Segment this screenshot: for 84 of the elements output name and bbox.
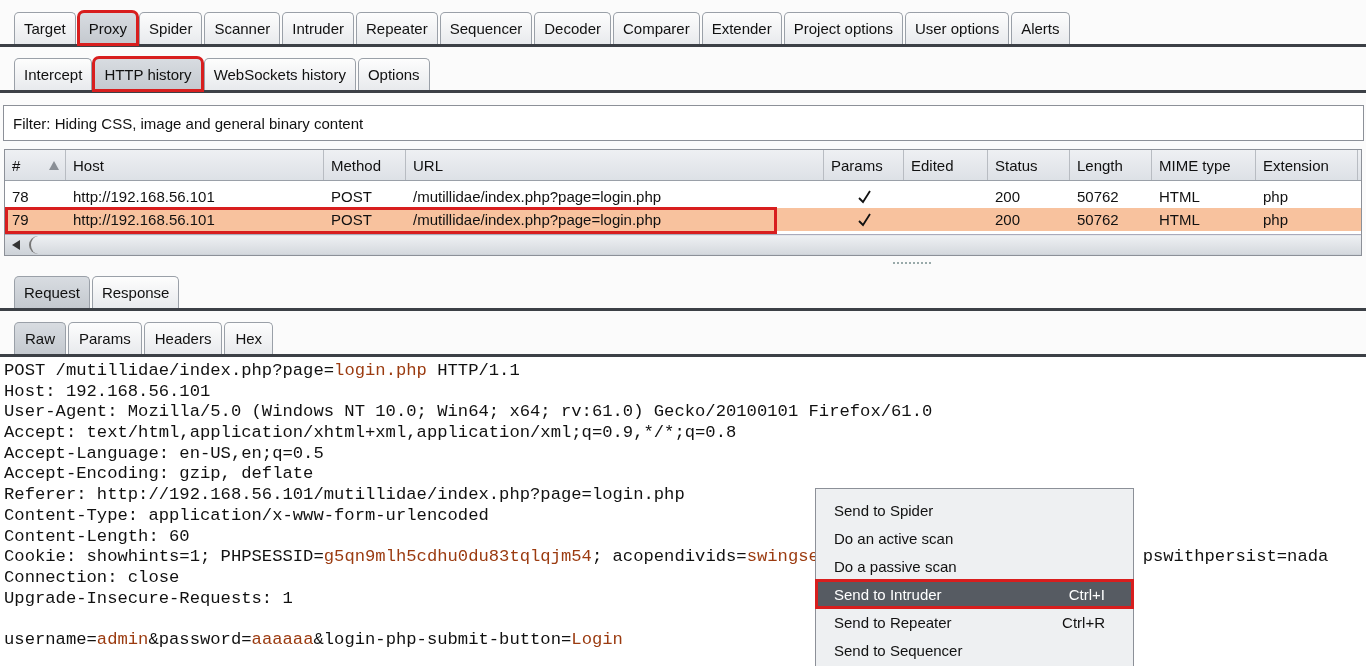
main-tab[interactable]: Project options	[783, 12, 903, 44]
table-row[interactable]: 78 http://192.168.56.101 POST /mutillidae/index.php?page=login.php 200 50762 HTML php	[5, 185, 1361, 208]
main-tab[interactable]: Alerts	[1011, 12, 1070, 44]
column-header[interactable]: Edited	[904, 150, 988, 180]
table-cell: HTML	[1159, 211, 1200, 228]
request-line: POST /mutillidae/index.php?page=login.php HTTP/1.1	[4, 361, 520, 380]
view-tab[interactable]: Hex	[224, 322, 274, 354]
menu-item[interactable]: Send to Sequencer	[816, 636, 1133, 664]
menu-item-label: Send to Spider	[834, 501, 934, 519]
table-cell: 200	[995, 211, 1021, 228]
table-cell: 50762	[1077, 188, 1119, 205]
main-tab[interactable]: Extender	[701, 12, 782, 44]
menu-item-label: Send to Sequencer	[834, 641, 963, 659]
request-line: Accept-Encoding: gzip, deflate	[4, 464, 314, 484]
column-header[interactable]: Method	[324, 150, 406, 180]
sub-tab[interactable]: Intercept	[14, 58, 93, 90]
request-line: Content-Length: 60	[4, 526, 190, 546]
table-cell: POST	[331, 188, 372, 205]
column-header[interactable]: Extension	[1256, 150, 1358, 180]
view-tab[interactable]: Headers	[143, 322, 223, 354]
menu-item-label: Do a passive scan	[834, 557, 957, 575]
column-header[interactable]: URL	[406, 150, 824, 180]
main-tab[interactable]: Spider	[139, 12, 203, 44]
table-cell: http://192.168.56.101	[73, 188, 215, 205]
request-line: pswithpersist=nada	[1142, 547, 1329, 568]
table-cell: http://192.168.56.101	[73, 211, 215, 228]
main-tab[interactable]: Comparer	[612, 12, 700, 44]
table-cell: HTML	[1159, 188, 1200, 205]
main-tab[interactable]: Sequencer	[439, 12, 533, 44]
request-line: Content-Type: application/x-www-form-urlencoded	[4, 505, 489, 525]
shortcut-label: Ctrl+R	[1062, 613, 1105, 631]
message-tab[interactable]: Response	[91, 276, 180, 308]
request-line: Cookie: showhints=1; PHPSESSID=g5qn9mlh5cdhu0du83tqlqjm54; acopendivids=swingse	[4, 547, 819, 567]
column-header[interactable]: #	[5, 150, 66, 180]
main-tab[interactable]: Target	[14, 12, 76, 44]
column-header[interactable]: Host	[66, 150, 324, 180]
sub-tab[interactable]: Options	[357, 58, 430, 90]
horizontal-scrollbar[interactable]	[5, 234, 1361, 255]
request-line: Accept-Language: en-US,en;q=0.5	[4, 443, 324, 463]
view-tab[interactable]: Raw	[14, 322, 66, 354]
menu-item[interactable]: Send to Intruder Ctrl+I	[816, 580, 1133, 608]
menu-item[interactable]: Do an active scan	[816, 524, 1133, 552]
table-cell: php	[1263, 188, 1289, 205]
main-tab[interactable]: User options	[904, 12, 1010, 44]
table-row[interactable]: 79 http://192.168.56.101 POST /mutillidae/index.php?page=login.php 200 50762 HTML php	[5, 208, 1361, 231]
request-body: username=admin&password=aaaaaa&login-php-submit-button=Login	[4, 629, 623, 649]
sort-ascending-icon	[49, 161, 59, 170]
filter-bar[interactable]: Filter: Hiding CSS, image and general binary content	[3, 105, 1364, 141]
column-header[interactable]: Params	[824, 150, 904, 180]
table-cell: /mutillidae/index.php?page=login.php	[413, 188, 662, 205]
main-tab[interactable]: Repeater	[356, 12, 438, 44]
main-tab[interactable]: Scanner	[204, 12, 281, 44]
scroll-left-icon[interactable]	[11, 240, 21, 250]
menu-item[interactable]: Send to Repeater Ctrl+R	[816, 608, 1133, 636]
table-cell: 200	[995, 188, 1021, 205]
request-line: User-Agent: Mozilla/5.0 (Windows NT 10.0; Win64; x64; rv:61.0) Gecko/20100101 Firefox/61.0	[4, 402, 933, 422]
table-cell: 79	[12, 211, 29, 228]
menu-item-label: Send to Intruder	[834, 585, 942, 603]
menu-item-label: Do an active scan	[834, 529, 954, 547]
view-tab[interactable]: Params	[68, 322, 142, 354]
sub-tab[interactable]: HTTP history	[94, 58, 202, 90]
sub-tab[interactable]: WebSockets history	[203, 58, 356, 90]
main-tab[interactable]: Decoder	[534, 12, 611, 44]
table-cell: 50762	[1077, 211, 1119, 228]
table-cell: php	[1263, 211, 1289, 228]
request-line: Upgrade-Insecure-Requests: 1	[4, 588, 293, 608]
shortcut-label: Ctrl+I	[1068, 585, 1105, 603]
request-line: Host: 192.168.56.101	[4, 381, 211, 401]
table-cell: POST	[331, 211, 372, 228]
menu-item[interactable]: Send to Spider	[816, 496, 1133, 524]
table-cell: /mutillidae/index.php?page=login.php	[413, 211, 662, 228]
main-tab[interactable]: Proxy	[78, 12, 138, 44]
main-tab[interactable]: Intruder	[282, 12, 354, 44]
table-cell: 78	[12, 188, 29, 205]
splitter-grip-icon[interactable]	[893, 261, 933, 265]
request-line: Accept: text/html,application/xhtml+xml,application/xml;q=0.9,*/*;q=0.8	[4, 423, 737, 443]
menu-item[interactable]: Do a passive scan	[816, 552, 1133, 580]
column-header[interactable]: Status	[988, 150, 1070, 180]
request-line: Referer: http://192.168.56.101/mutillidae/index.php?page=login.php	[4, 485, 685, 505]
request-line: Connection: close	[4, 567, 180, 587]
menu-item-label: Send to Repeater	[834, 613, 952, 631]
column-header[interactable]: Length	[1070, 150, 1152, 180]
column-header[interactable]: MIME type	[1152, 150, 1256, 180]
message-tab[interactable]: Request	[14, 276, 90, 308]
